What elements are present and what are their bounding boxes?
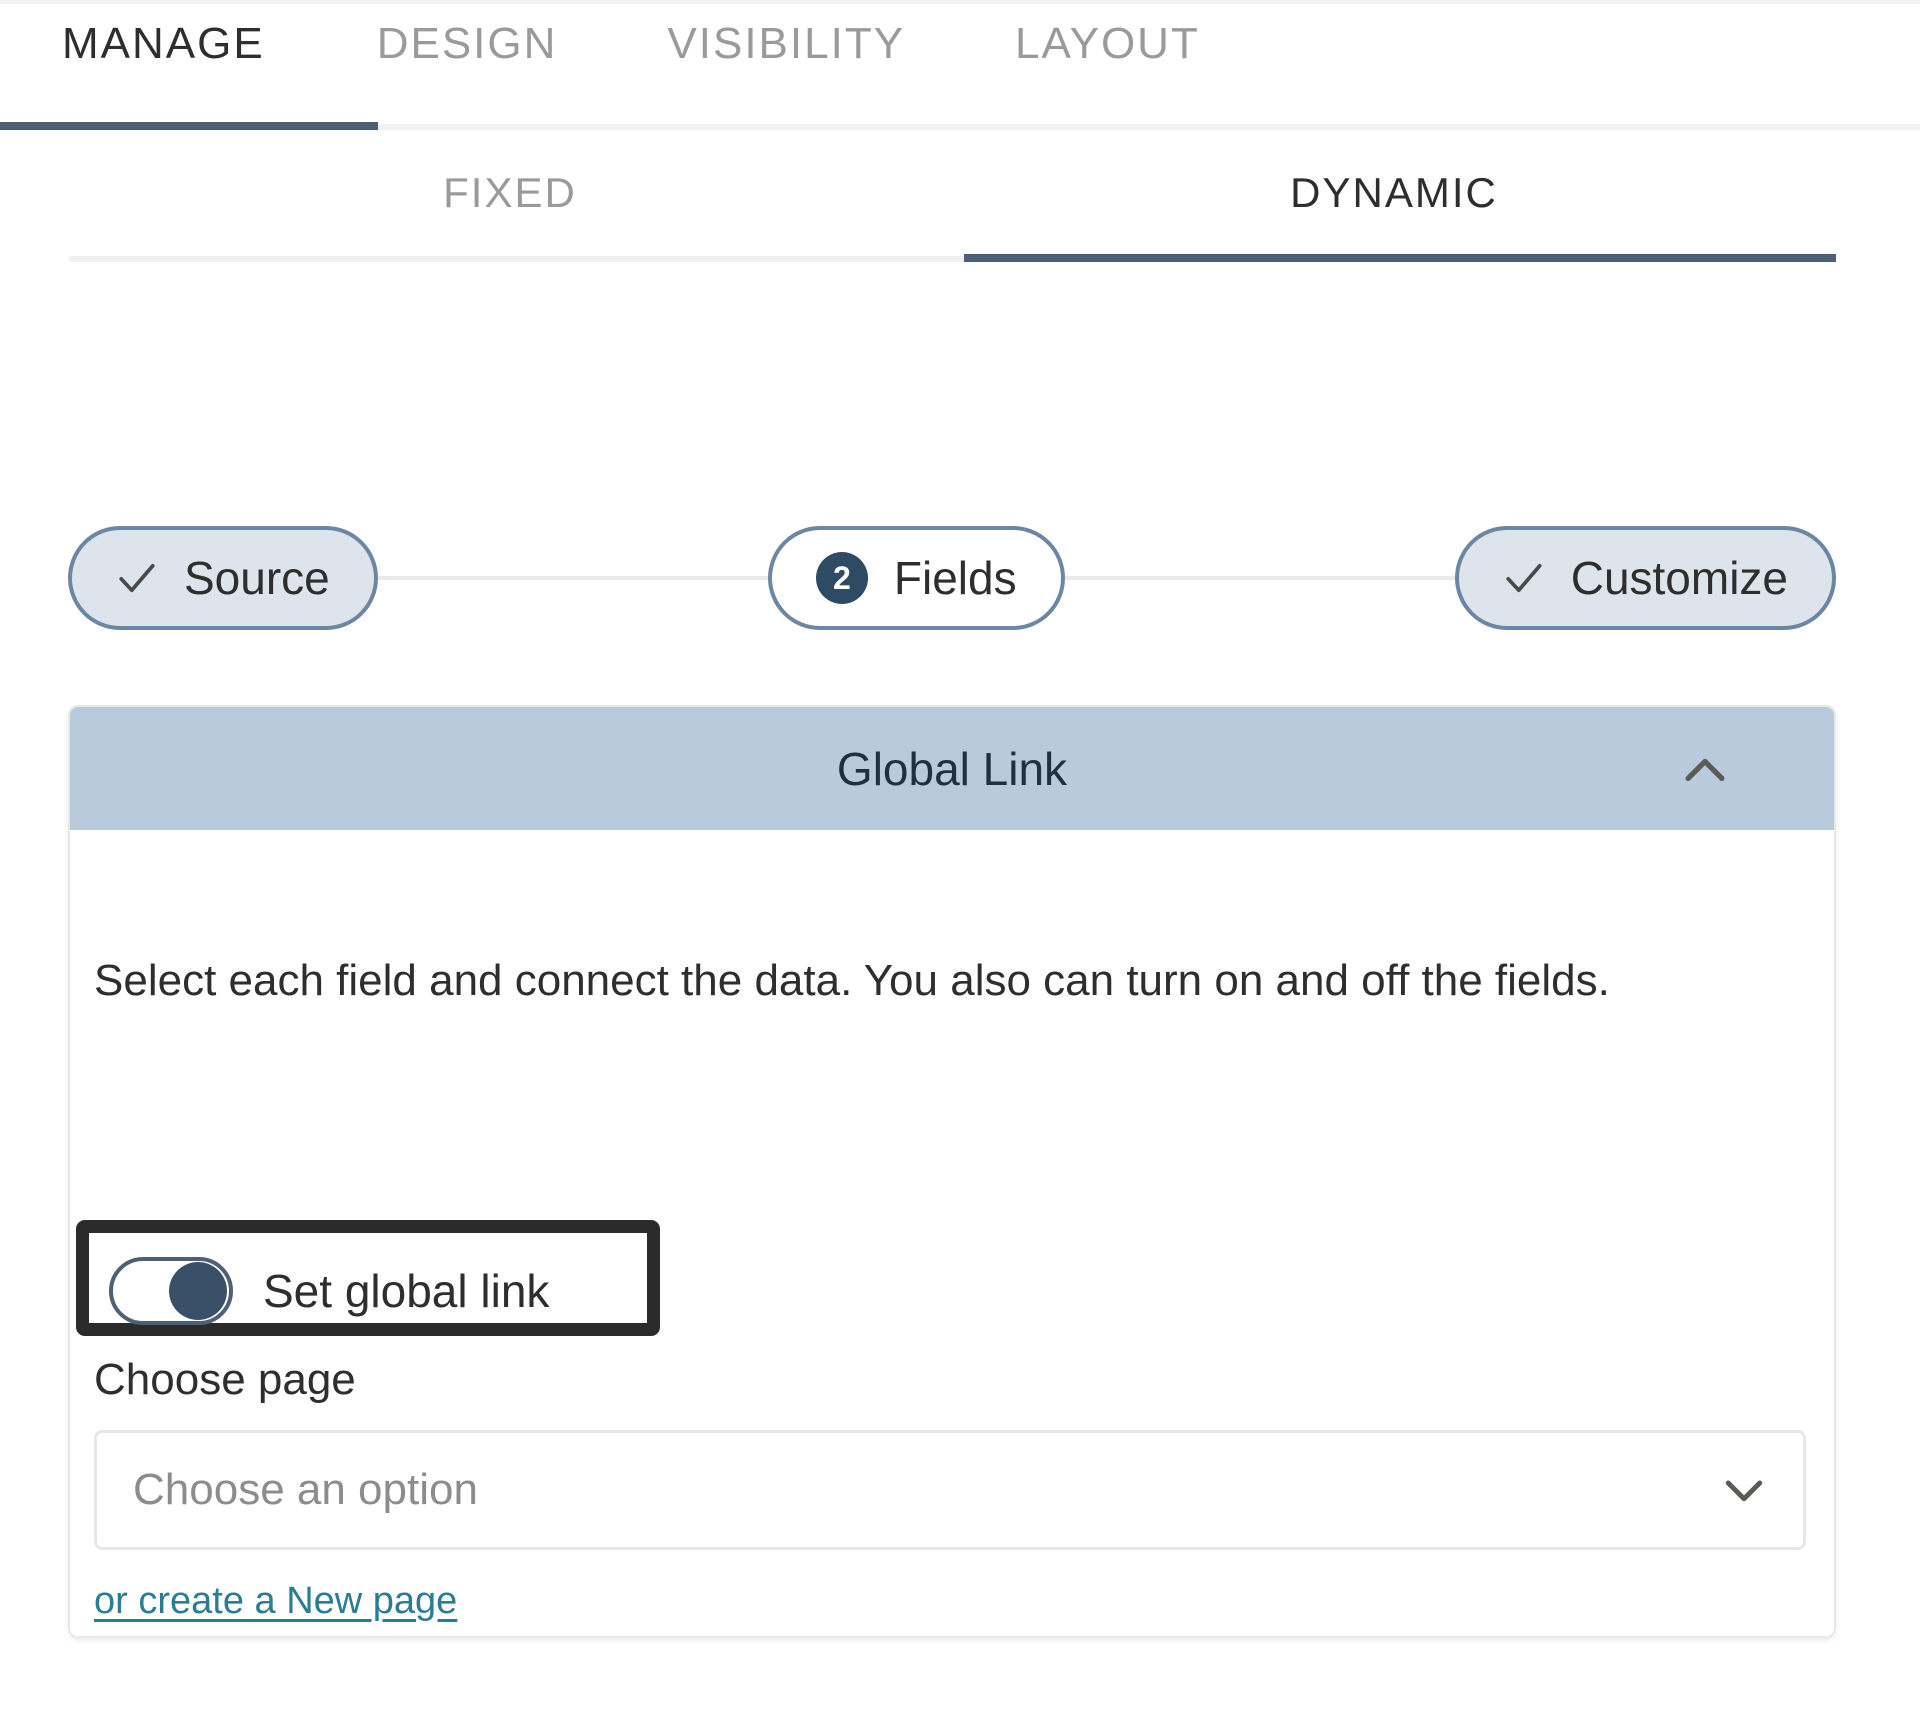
step-customize-label: Customize [1570,552,1789,604]
step-connector-1 [377,576,768,580]
primary-tab-bar: MANAGE DESIGN VISIBILITY LAYOUT [0,22,1920,130]
step-fields-label: Fields [893,552,1017,604]
global-link-panel-body: Select each field and connect the data. … [70,830,1834,1636]
step-fields-number-badge: 2 [815,552,868,604]
set-global-link-highlight-box: Set global link [76,1220,660,1336]
step-source-label: Source [184,552,330,604]
top-divider [0,0,1920,4]
set-global-link-label: Set global link [263,1265,550,1317]
choose-page-selected-value: Choose an option [133,1465,478,1514]
step-customize[interactable]: Customize [1454,526,1837,630]
create-new-page-link[interactable]: or create a New page [94,1582,457,1620]
set-global-link-toggle[interactable] [109,1257,233,1325]
tab-fixed[interactable]: FIXED [68,160,952,256]
check-icon [1506,563,1542,593]
check-icon [119,563,155,593]
set-global-link-toggle-row[interactable]: Set global link [109,1233,549,1349]
step-fields[interactable]: 2 Fields [767,526,1065,630]
step-source[interactable]: Source [68,526,378,630]
choose-page-label: Choose page [94,1355,356,1404]
panel-description: Select each field and connect the data. … [94,956,1610,1005]
tab-manage[interactable]: MANAGE [62,22,265,66]
global-link-panel-header[interactable]: Global Link [70,707,1834,830]
panel-title: Global Link [836,742,1068,795]
step-connector-2 [1064,576,1455,580]
sub-tab-bar: FIXED DYNAMIC [68,160,1836,256]
wizard-stepper: Source 2 Fields Customize [68,512,1837,644]
chevron-down-icon[interactable] [1721,1476,1767,1504]
tab-design[interactable]: DESIGN [377,22,558,66]
tab-dynamic[interactable]: DYNAMIC [952,160,1836,256]
tab-layout[interactable]: LAYOUT [1015,22,1200,66]
toggle-knob [169,1262,227,1320]
tab-visibility[interactable]: VISIBILITY [667,22,905,66]
global-link-panel: Global Link Select each field and connec… [68,705,1836,1638]
sub-tab-active-indicator [964,254,1836,262]
primary-tab-active-indicator [0,122,378,130]
choose-page-select[interactable]: Choose an option [94,1430,1806,1550]
chevron-up-icon[interactable] [1682,754,1728,784]
